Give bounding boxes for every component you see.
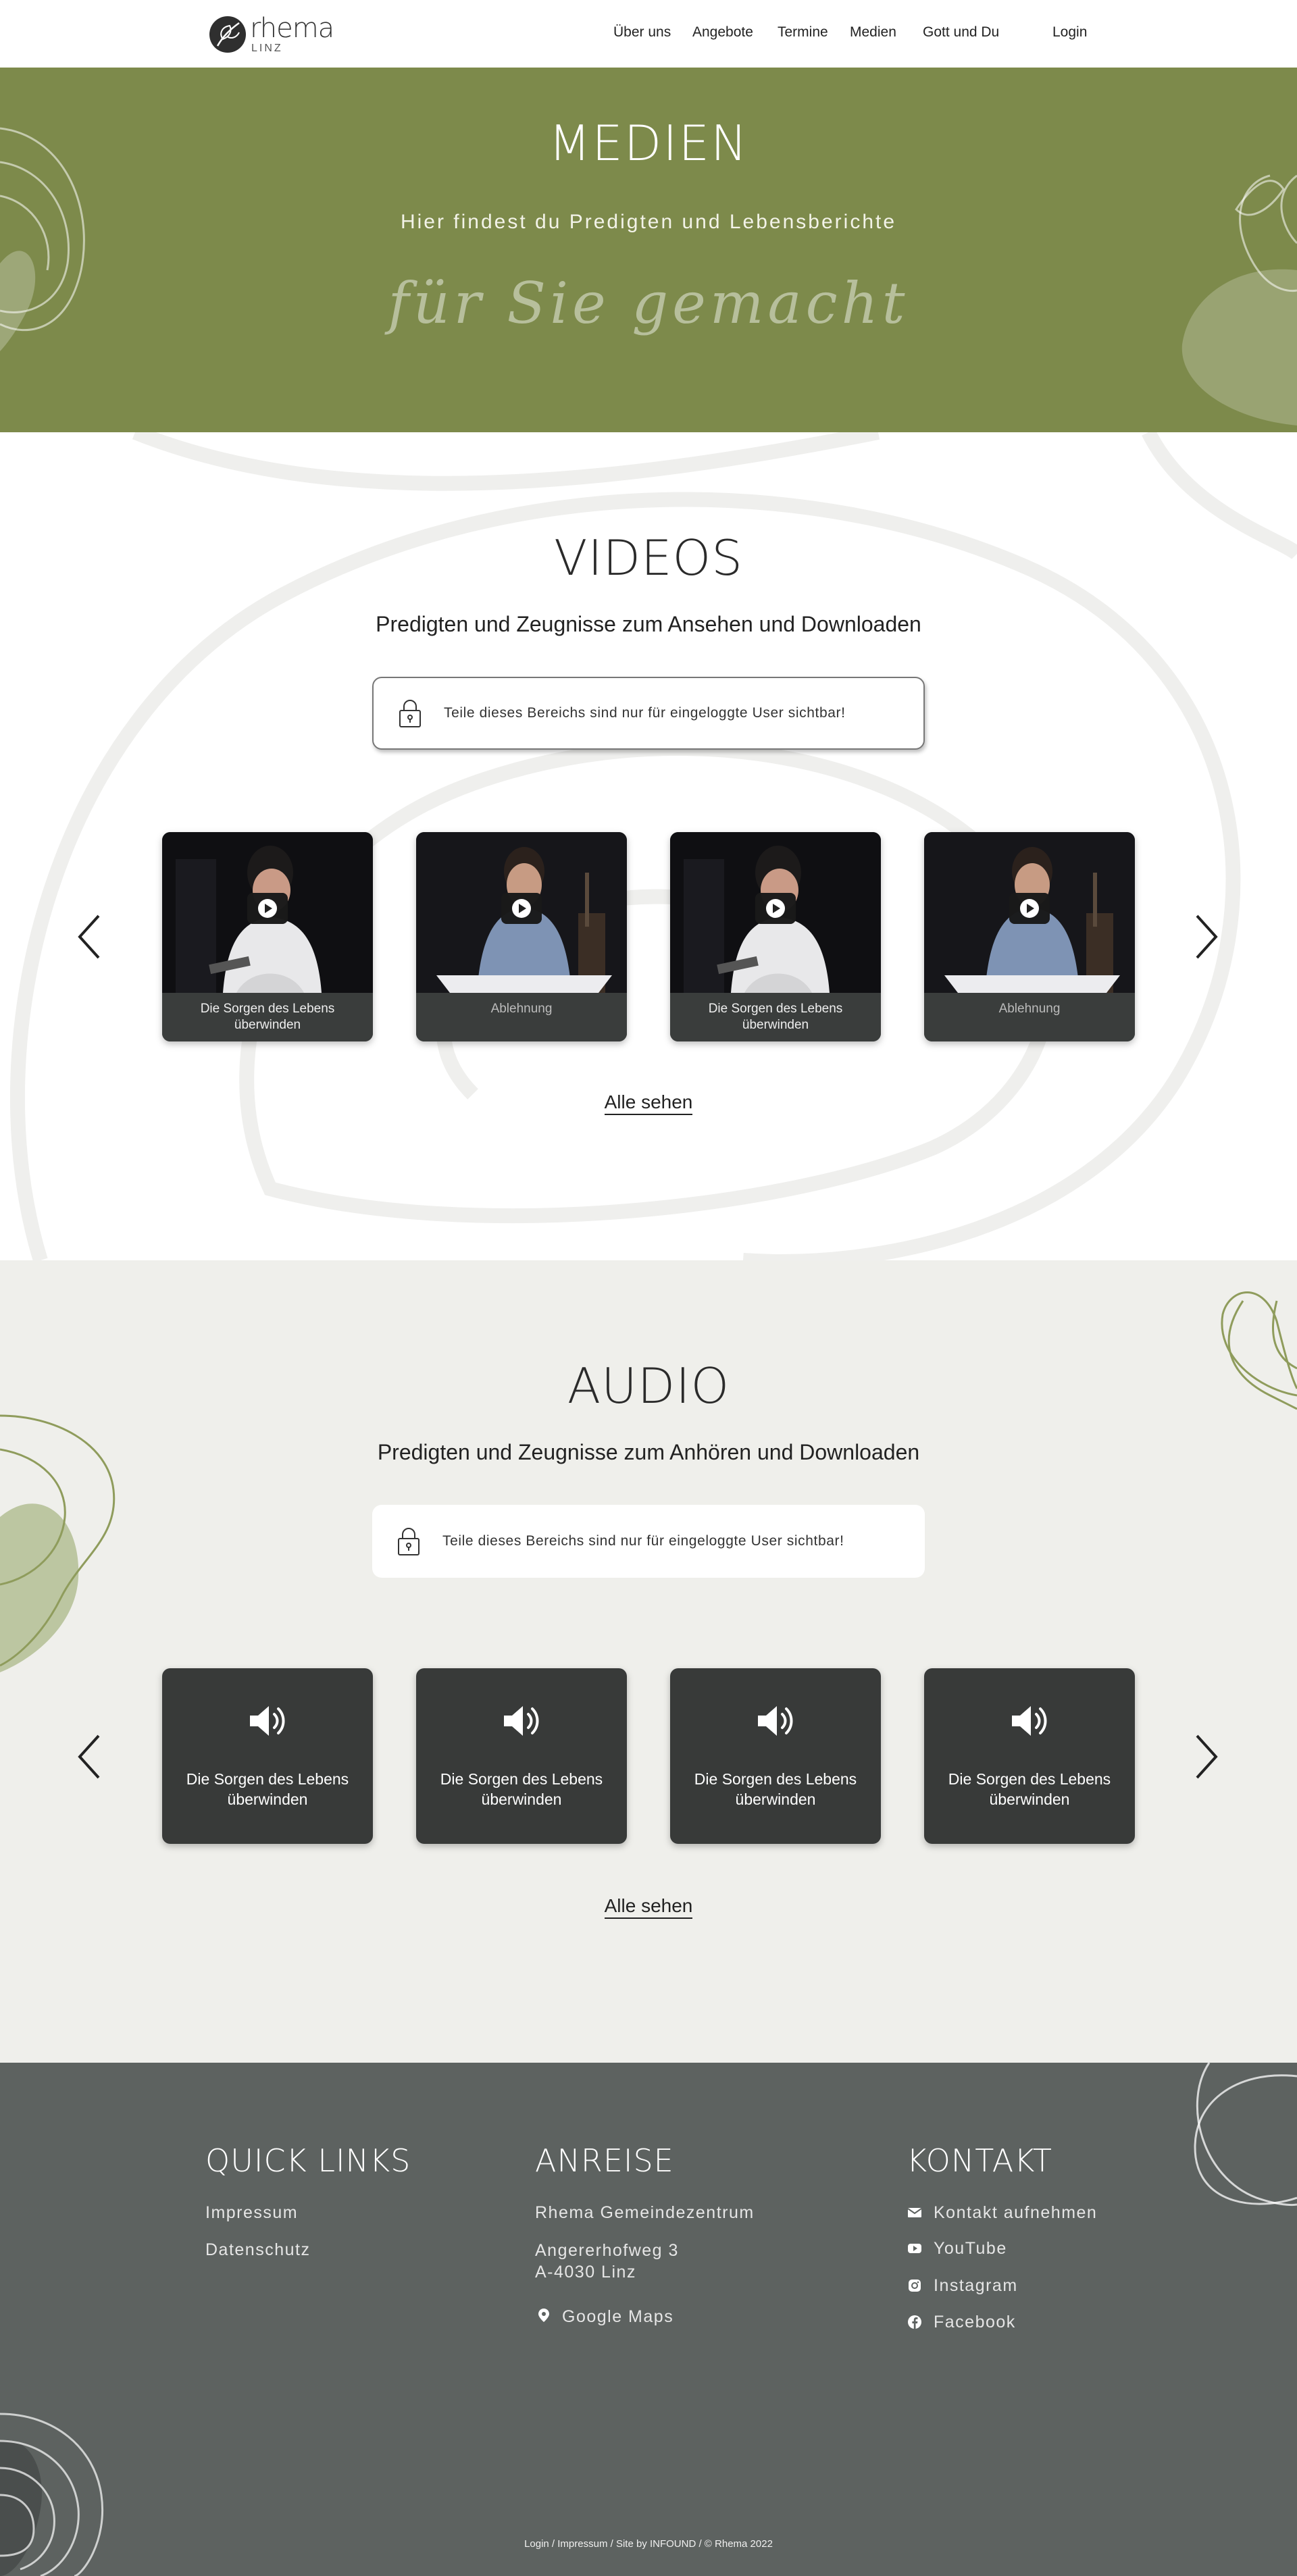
google-maps-link[interactable]: Google Maps [562, 2307, 673, 2327]
kontakt-link-facebook[interactable]: Facebook [934, 2313, 1016, 2332]
audio-title-text: Die Sorgen des Lebens überwinden [440, 1770, 603, 1808]
nav-item-gott-und-du[interactable]: Gott und Du [923, 24, 999, 41]
kontakt-link-instagram[interactable]: Instagram [934, 2276, 1018, 2296]
nav-item-ueber-uns[interactable]: Über uns [613, 24, 671, 41]
videos-see-all: Alle sehen [0, 1091, 1297, 1115]
video-title: Die Sorgen des Lebens überwinden [670, 993, 881, 1041]
audio-title: AUDIO [567, 1358, 730, 1414]
footer-legal-bar[interactable]: Login / Impressum / Site by INFOUND / © … [0, 2538, 1297, 2550]
video-card[interactable]: Ablehnung [416, 832, 627, 1041]
audio-title-text: Die Sorgen des Lebens überwinden [948, 1770, 1111, 1808]
site-header: rhema LINZ Über uns Angebote Termine Med… [0, 0, 1297, 68]
video-thumbnail[interactable] [670, 832, 881, 993]
footer-link-datenschutz[interactable]: Datenschutz [205, 2240, 310, 2260]
audio-login-notice: Teile dieses Bereichs sind nur für einge… [372, 1505, 925, 1578]
quick-links-title: QUICK LINKS [205, 2142, 411, 2179]
video-card[interactable]: Die Sorgen des Lebens überwinden [670, 832, 881, 1041]
audio-card[interactable]: Die Sorgen des Lebens überwinden [162, 1668, 373, 1844]
play-icon[interactable] [755, 893, 796, 924]
address-street: Angererhofweg 3 [535, 2241, 679, 2260]
video-thumbnail[interactable] [416, 832, 627, 993]
kontakt-title: KONTAKT [907, 2142, 1052, 2179]
audio-section: AUDIO Predigten und Zeugnisse zum Anhöre… [0, 1260, 1297, 2063]
speaker-icon [504, 1706, 539, 1736]
hero-script-text: für Sie gemacht [388, 270, 909, 336]
video-card[interactable]: Ablehnung [924, 832, 1135, 1041]
nav-item-medien[interactable]: Medien [850, 24, 896, 41]
play-icon[interactable] [1009, 893, 1050, 924]
audio-next-arrow-icon[interactable] [1193, 1733, 1220, 1780]
speaker-icon [758, 1706, 793, 1736]
audio-see-all-link[interactable]: Alle sehen [604, 1895, 693, 1919]
hero-subtitle: Hier findest du Predigten und Lebensberi… [400, 211, 897, 233]
anreise-title: ANREISE [535, 2142, 674, 2179]
audio-card[interactable]: Die Sorgen des Lebens überwinden [924, 1668, 1135, 1844]
audio-title-text: Die Sorgen des Lebens überwinden [186, 1770, 349, 1808]
play-icon[interactable] [247, 893, 288, 924]
videos-section: VIDEOS Predigten und Zeugnisse zum Anseh… [0, 432, 1297, 1260]
video-title: Ablehnung [924, 993, 1135, 1041]
video-title: Die Sorgen des Lebens überwinden [162, 993, 373, 1041]
speaker-icon [1012, 1706, 1047, 1736]
video-card[interactable]: Die Sorgen des Lebens überwinden [162, 832, 373, 1041]
kontakt-link-youtube[interactable]: YouTube [934, 2239, 1007, 2259]
video-title: Ablehnung [416, 993, 627, 1041]
login-notice-text: Teile dieses Bereichs sind nur für einge… [444, 705, 846, 721]
nav-item-termine[interactable]: Termine [778, 24, 828, 41]
audio-card[interactable]: Die Sorgen des Lebens überwinden [670, 1668, 881, 1844]
speaker-icon [250, 1706, 285, 1736]
play-icon[interactable] [501, 893, 542, 924]
videos-see-all-link[interactable]: Alle sehen [604, 1091, 693, 1115]
lock-icon [399, 700, 421, 727]
audio-login-notice-text: Teile dieses Bereichs sind nur für einge… [442, 1533, 844, 1549]
audio-see-all: Alle sehen [0, 1895, 1297, 1919]
nav-item-login[interactable]: Login [1052, 24, 1087, 41]
address-city: A-4030 Linz [535, 2263, 636, 2282]
venue-name: Rhema Gemeindezentrum [535, 2203, 755, 2222]
map-pin-icon [538, 2309, 549, 2322]
instagram-icon [909, 2279, 921, 2292]
main-nav: Über uns Angebote Termine Medien Gott un… [0, 24, 1297, 45]
videos-next-arrow-icon[interactable] [1193, 913, 1220, 960]
nav-item-angebote[interactable]: Angebote [692, 24, 753, 41]
videos-subtitle: Predigten und Zeugnisse zum Ansehen und … [376, 612, 921, 636]
audio-prev-arrow-icon[interactable] [76, 1733, 103, 1780]
audio-card[interactable]: Die Sorgen des Lebens überwinden [416, 1668, 627, 1844]
mail-icon [907, 2208, 922, 2217]
hero-banner: MEDIEN Hier findest du Predigten und Leb… [0, 68, 1297, 432]
video-thumbnail[interactable] [162, 832, 373, 993]
kontakt-link-contact[interactable]: Kontakt aufnehmen [934, 2203, 1097, 2223]
facebook-icon [908, 2315, 921, 2329]
lock-icon [398, 1528, 419, 1555]
audio-title-text: Die Sorgen des Lebens überwinden [694, 1770, 857, 1808]
videos-prev-arrow-icon[interactable] [76, 913, 103, 960]
logo-sub: LINZ [251, 43, 283, 54]
audio-subtitle: Predigten und Zeugnisse zum Anhören und … [377, 1440, 920, 1464]
youtube-icon [908, 2244, 921, 2253]
video-thumbnail[interactable] [924, 832, 1135, 993]
videos-title: VIDEOS [554, 530, 743, 586]
site-footer: QUICK LINKS Impressum Datenschutz ANREIS… [0, 2063, 1297, 2576]
login-notice: Teile dieses Bereichs sind nur für einge… [372, 677, 925, 750]
page-title: MEDIEN [549, 115, 748, 172]
footer-link-impressum[interactable]: Impressum [205, 2203, 298, 2223]
